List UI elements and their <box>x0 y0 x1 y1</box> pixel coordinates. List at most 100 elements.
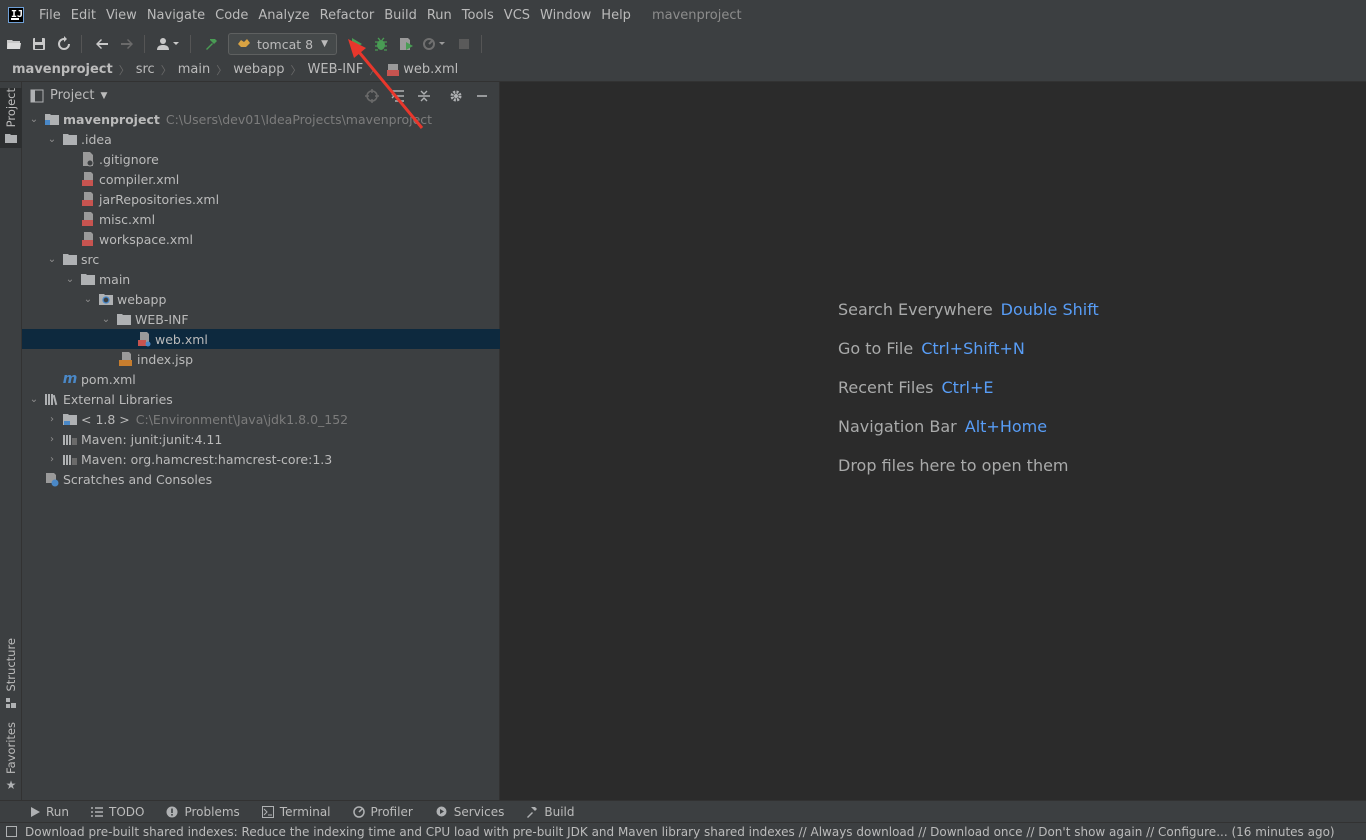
menu-view[interactable]: View <box>101 8 142 23</box>
menu-analyze[interactable]: Analyze <box>253 8 314 23</box>
coverage-icon[interactable] <box>395 33 417 55</box>
breadcrumb-item[interactable]: web.xml <box>403 62 458 77</box>
menu-code[interactable]: Code <box>210 8 253 23</box>
run-configuration-selector[interactable]: tomcat 8 ▼ <box>228 33 338 55</box>
editor-area[interactable]: Search Everywhere Double Shift Go to File… <box>501 82 1366 800</box>
breadcrumb-item[interactable]: webapp <box>233 62 284 77</box>
run-icon <box>30 806 40 817</box>
menu-help[interactable]: Help <box>596 8 636 23</box>
tree-row[interactable]: ⌄ .idea <box>22 129 500 149</box>
chevron-down-icon[interactable]: ⌄ <box>28 393 40 405</box>
chevron-right-icon[interactable]: › <box>46 453 58 465</box>
menu-tools[interactable]: Tools <box>457 8 499 23</box>
status-message[interactable]: Download pre-built shared indexes: Reduc… <box>25 825 1335 839</box>
tree-row[interactable]: › < 1.8 > C:\Environment\Java\jdk1.8.0_1… <box>22 409 500 429</box>
tab-problems[interactable]: Problems <box>166 805 240 819</box>
panel-tools <box>357 86 493 106</box>
tree-row[interactable]: ⌄ mavenproject C:\Users\dev01\IdeaProjec… <box>22 109 500 129</box>
forward-icon[interactable] <box>116 33 138 55</box>
tab-terminal[interactable]: Terminal <box>261 805 331 819</box>
libraries-icon <box>44 391 60 407</box>
chevron-down-icon[interactable]: ⌄ <box>28 113 40 125</box>
xml-file-icon <box>80 191 96 207</box>
chevron-down-icon[interactable]: ▼ <box>100 91 107 101</box>
breadcrumb-separator-icon: 〉 <box>290 63 302 77</box>
tree-row[interactable]: workspace.xml <box>22 229 500 249</box>
menu-edit[interactable]: Edit <box>66 8 101 23</box>
tip-shortcut[interactable]: Ctrl+E <box>942 378 994 397</box>
menu-file[interactable]: File <box>34 8 66 23</box>
tab-services[interactable]: Services <box>435 805 504 819</box>
tree-row[interactable]: ⌄ webapp <box>22 289 500 309</box>
breadcrumb-item[interactable]: src <box>136 62 155 77</box>
main-toolbar: tomcat 8 ▼ <box>0 30 1366 58</box>
tree-row[interactable]: ⌄ main <box>22 269 500 289</box>
status-window-icon[interactable] <box>6 826 17 837</box>
save-icon[interactable] <box>28 33 50 55</box>
tree-label: Scratches and Consoles <box>63 471 213 487</box>
chevron-down-icon[interactable]: ⌄ <box>64 273 76 285</box>
xml-file-icon <box>80 211 96 227</box>
status-bar[interactable]: Download pre-built shared indexes: Reduc… <box>0 822 1366 840</box>
run-icon[interactable] <box>345 33 367 55</box>
breadcrumb-item[interactable]: main <box>178 62 210 77</box>
tab-todo[interactable]: TODO <box>91 805 144 819</box>
expand-all-icon[interactable] <box>387 86 409 106</box>
tree-row[interactable]: ⌄ External Libraries <box>22 389 500 409</box>
tree-label: pom.xml <box>81 371 136 387</box>
chevron-down-icon[interactable]: ⌄ <box>82 293 94 305</box>
tree-row[interactable]: compiler.xml <box>22 169 500 189</box>
gitignore-file-icon <box>80 151 96 167</box>
tip-shortcut[interactable]: Double Shift <box>1001 300 1099 319</box>
tab-profiler[interactable]: Profiler <box>352 805 413 819</box>
tab-build[interactable]: Build <box>526 805 575 819</box>
project-view-selector[interactable]: Project <box>50 88 94 103</box>
tip-shortcut[interactable]: Alt+Home <box>965 417 1047 436</box>
chevron-down-icon[interactable]: ⌄ <box>46 253 58 265</box>
build-hammer-icon[interactable] <box>200 33 222 55</box>
tree-row[interactable]: ⌄ src <box>22 249 500 269</box>
tree-row[interactable]: .gitignore <box>22 149 500 169</box>
chevron-right-icon[interactable]: › <box>46 433 58 445</box>
user-icon[interactable] <box>154 33 184 55</box>
chevron-right-icon[interactable]: › <box>46 413 58 425</box>
tab-structure[interactable]: Structure <box>0 638 22 711</box>
menu-vcs[interactable]: VCS <box>499 8 535 23</box>
tip-shortcut[interactable]: Ctrl+Shift+N <box>921 339 1025 358</box>
tip-label: Drop files here to open them <box>838 456 1069 475</box>
project-panel-header: Project ▼ <box>22 82 499 109</box>
minimize-icon[interactable] <box>471 86 493 106</box>
tree-row[interactable]: ⌄ WEB-INF <box>22 309 500 329</box>
tree-row-selected[interactable]: web.xml <box>22 329 500 349</box>
tree-row[interactable]: › Maven: junit:junit:4.11 <box>22 429 500 449</box>
back-icon[interactable] <box>91 33 113 55</box>
debug-icon[interactable] <box>370 33 392 55</box>
collapse-all-icon[interactable] <box>413 86 435 106</box>
tab-run[interactable]: Run <box>30 805 69 819</box>
menu-navigate[interactable]: Navigate <box>142 8 210 23</box>
stop-icon[interactable] <box>453 33 475 55</box>
locate-icon[interactable] <box>361 86 383 106</box>
tree-row[interactable]: jarRepositories.xml <box>22 189 500 209</box>
profile-icon[interactable] <box>420 33 450 55</box>
menu-refactor[interactable]: Refactor <box>315 8 380 23</box>
tab-favorites[interactable]: Favorites ★ <box>0 722 22 792</box>
breadcrumb-item[interactable]: WEB-INF <box>308 62 364 77</box>
breadcrumb-item[interactable]: mavenproject <box>12 62 113 77</box>
menu-run[interactable]: Run <box>422 8 457 23</box>
structure-icon <box>6 696 16 711</box>
open-folder-icon[interactable] <box>3 33 25 55</box>
sync-icon[interactable] <box>53 33 75 55</box>
tree-row[interactable]: Scratches and Consoles <box>22 469 500 489</box>
menu-window[interactable]: Window <box>535 8 596 23</box>
tab-project[interactable]: Project <box>0 88 22 148</box>
tree-row[interactable]: › Maven: org.hamcrest:hamcrest-core:1.3 <box>22 449 500 469</box>
tree-row[interactable]: misc.xml <box>22 209 500 229</box>
menu-build[interactable]: Build <box>379 8 422 23</box>
tree-row[interactable]: m pom.xml <box>22 369 500 389</box>
chevron-down-icon[interactable]: ⌄ <box>100 313 112 325</box>
tree-row[interactable]: index.jsp <box>22 349 500 369</box>
chevron-down-icon[interactable]: ⌄ <box>46 133 58 145</box>
gear-icon[interactable] <box>445 86 467 106</box>
jsp-file-icon <box>118 351 134 367</box>
